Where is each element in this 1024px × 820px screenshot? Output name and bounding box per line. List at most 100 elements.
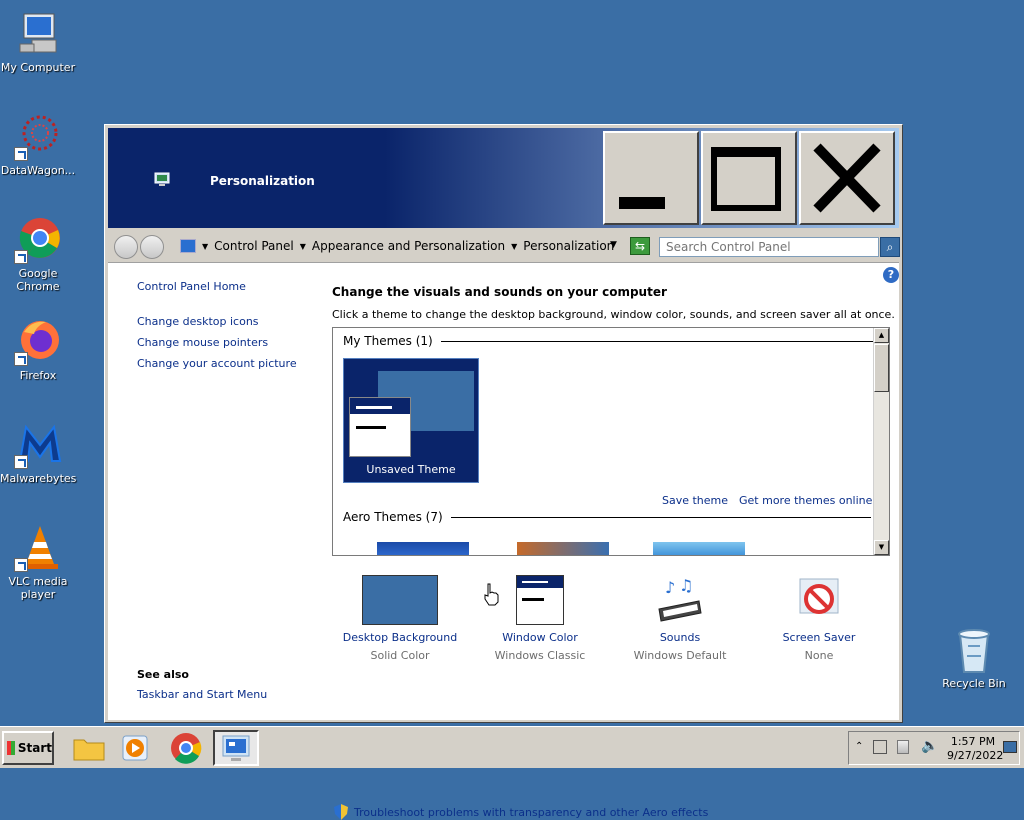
refresh-button[interactable]: ⇆ xyxy=(630,237,650,255)
windows-logo-icon xyxy=(7,741,15,755)
control-panel-icon xyxy=(222,735,250,761)
desktop-icon-label: DataWagon... xyxy=(0,164,76,177)
shortcut-arrow-icon xyxy=(14,558,28,572)
control-panel-small-icon xyxy=(180,239,196,253)
maximize-icon xyxy=(711,147,781,211)
volume-icon[interactable]: 🔈 xyxy=(921,738,938,754)
breadcrumb: ▼ Control Panel ▼ Appearance and Persona… xyxy=(180,235,625,257)
chrome-icon xyxy=(14,216,62,264)
content-area: ? Control Panel Home Change desktop icon… xyxy=(108,263,899,820)
change-mouse-pointers-link[interactable]: Change mouse pointers xyxy=(137,336,268,349)
forward-button[interactable] xyxy=(140,235,164,259)
shield-icon xyxy=(334,804,348,820)
folder-icon xyxy=(73,739,105,761)
close-icon xyxy=(813,143,881,213)
change-account-picture-link[interactable]: Change your account picture xyxy=(137,357,297,370)
taskbar-media-player[interactable] xyxy=(112,730,158,766)
desktop-icon-label: Malwarebytes xyxy=(0,472,77,485)
search-input[interactable] xyxy=(659,237,879,257)
theme-list[interactable]: My Themes (1) Unsaved Theme Save theme G… xyxy=(332,327,890,556)
aero-theme-tile[interactable] xyxy=(517,542,609,555)
computer-icon xyxy=(14,10,62,58)
title-bar[interactable]: Personalization xyxy=(108,128,899,228)
theme-list-scrollbar[interactable]: ▲ ▼ xyxy=(873,328,889,555)
shortcut-arrow-icon xyxy=(14,352,28,366)
breadcrumb-appearance[interactable]: Appearance and Personalization xyxy=(312,239,505,253)
control-panel-home-link[interactable]: Control Panel Home xyxy=(137,280,246,293)
desktop-icon-label: My Computer xyxy=(0,61,76,74)
desktop-icon-google-chrome[interactable]: Google Chrome xyxy=(0,216,76,293)
close-button[interactable] xyxy=(799,131,895,225)
svg-text:♫: ♫ xyxy=(679,576,693,595)
datawagon-icon xyxy=(14,113,62,161)
breadcrumb-arrow-icon[interactable]: ▼ xyxy=(202,242,208,251)
shortcut-arrow-icon xyxy=(14,250,28,264)
taskbar-start-menu-link[interactable]: Taskbar and Start Menu xyxy=(137,688,267,701)
scroll-down-icon[interactable]: ▼ xyxy=(874,540,889,555)
address-dropdown-icon[interactable]: ▼ xyxy=(610,240,617,250)
malwarebytes-icon xyxy=(14,421,62,469)
change-desktop-icons-link[interactable]: Change desktop icons xyxy=(137,315,259,328)
help-icon[interactable]: ? xyxy=(883,267,899,283)
breadcrumb-personalization[interactable]: Personalization xyxy=(523,239,614,253)
screen-saver-setting[interactable]: Screen Saver None xyxy=(749,575,889,662)
recycle-bin-icon xyxy=(950,626,998,674)
desktop-icon-label: VLC media player xyxy=(8,575,68,601)
scroll-up-icon[interactable]: ▲ xyxy=(874,328,889,343)
shortcut-arrow-icon xyxy=(14,455,28,469)
taskbar: Start ⌃ 🔈 1:57 PM 9/27/2022 xyxy=(0,726,1024,768)
desktop-icon-label: Recycle Bin xyxy=(942,677,1006,690)
show-hidden-icons-icon[interactable]: ⌃ xyxy=(855,741,863,752)
maximize-button[interactable] xyxy=(701,131,797,225)
page-title: Change the visuals and sounds on your co… xyxy=(332,285,667,299)
desktop-icon-datawagon[interactable]: DataWagon... xyxy=(0,113,76,177)
my-themes-heading: My Themes (1) xyxy=(343,334,876,348)
media-player-icon xyxy=(122,735,148,761)
shortcut-arrow-icon xyxy=(14,147,28,161)
taskbar-personalization[interactable] xyxy=(213,730,259,766)
taskbar-chrome[interactable] xyxy=(163,730,209,766)
taskbar-explorer[interactable] xyxy=(66,730,112,766)
hand-cursor-icon xyxy=(484,583,499,606)
chrome-icon xyxy=(171,733,202,764)
troubleshoot-link[interactable]: Troubleshoot problems with transparency … xyxy=(354,806,708,819)
address-bar: ▼ Control Panel ▼ Appearance and Persona… xyxy=(108,230,900,263)
desktop-background-icon xyxy=(362,575,438,625)
show-desktop-icon[interactable] xyxy=(1003,741,1017,753)
desktop-icon-label: Firefox xyxy=(19,369,57,382)
page-description: Click a theme to change the desktop back… xyxy=(332,308,895,321)
breadcrumb-arrow-icon[interactable]: ▼ xyxy=(300,242,306,251)
action-center-flag-icon[interactable] xyxy=(897,740,909,754)
breadcrumb-arrow-icon[interactable]: ▼ xyxy=(511,242,517,251)
unsaved-theme-tile[interactable]: Unsaved Theme xyxy=(343,358,479,483)
system-tray: ⌃ 🔈 1:57 PM 9/27/2022 xyxy=(848,731,1020,765)
aero-theme-tile[interactable] xyxy=(377,542,469,555)
desktop-icon-my-computer[interactable]: My Computer xyxy=(0,10,76,74)
breadcrumb-control-panel[interactable]: Control Panel xyxy=(214,239,294,253)
desktop-background-setting[interactable]: Desktop Background Solid Color xyxy=(330,575,470,662)
desktop-icon-vlc[interactable]: VLC media player xyxy=(0,524,76,601)
network-icon[interactable] xyxy=(873,740,887,754)
minimize-button[interactable] xyxy=(603,131,699,225)
theme-label: Unsaved Theme xyxy=(366,463,456,476)
desktop-icon-label: Google Chrome xyxy=(16,267,60,293)
desktop-icon-firefox[interactable]: Firefox xyxy=(0,318,76,382)
search-icon[interactable]: ⌕ xyxy=(880,237,900,257)
troubleshoot-link-row[interactable]: Troubleshoot problems with transparency … xyxy=(334,804,708,820)
start-button[interactable]: Start xyxy=(2,731,54,765)
screen-saver-icon xyxy=(794,575,844,625)
personalization-window: Personalization ▼ Control Panel ▼ Appear… xyxy=(104,124,903,820)
clock[interactable]: 1:57 PM 9/27/2022 xyxy=(947,735,1003,763)
svg-text:♪: ♪ xyxy=(665,578,675,597)
back-button[interactable] xyxy=(114,235,138,259)
window-title: Personalization xyxy=(210,174,315,188)
desktop-icon-recycle-bin[interactable]: Recycle Bin xyxy=(936,626,1012,690)
sounds-icon: ♪ ♫ xyxy=(655,575,705,625)
sounds-setting[interactable]: ♪ ♫ Sounds Windows Default xyxy=(610,575,750,662)
aero-theme-tile[interactable] xyxy=(653,542,745,555)
firefox-icon xyxy=(14,318,62,366)
desktop-icon-malwarebytes[interactable]: Malwarebytes xyxy=(0,421,76,485)
scroll-thumb[interactable] xyxy=(874,344,889,392)
save-theme-link[interactable]: Save theme xyxy=(662,494,728,507)
get-more-themes-link[interactable]: Get more themes online xyxy=(739,494,872,507)
